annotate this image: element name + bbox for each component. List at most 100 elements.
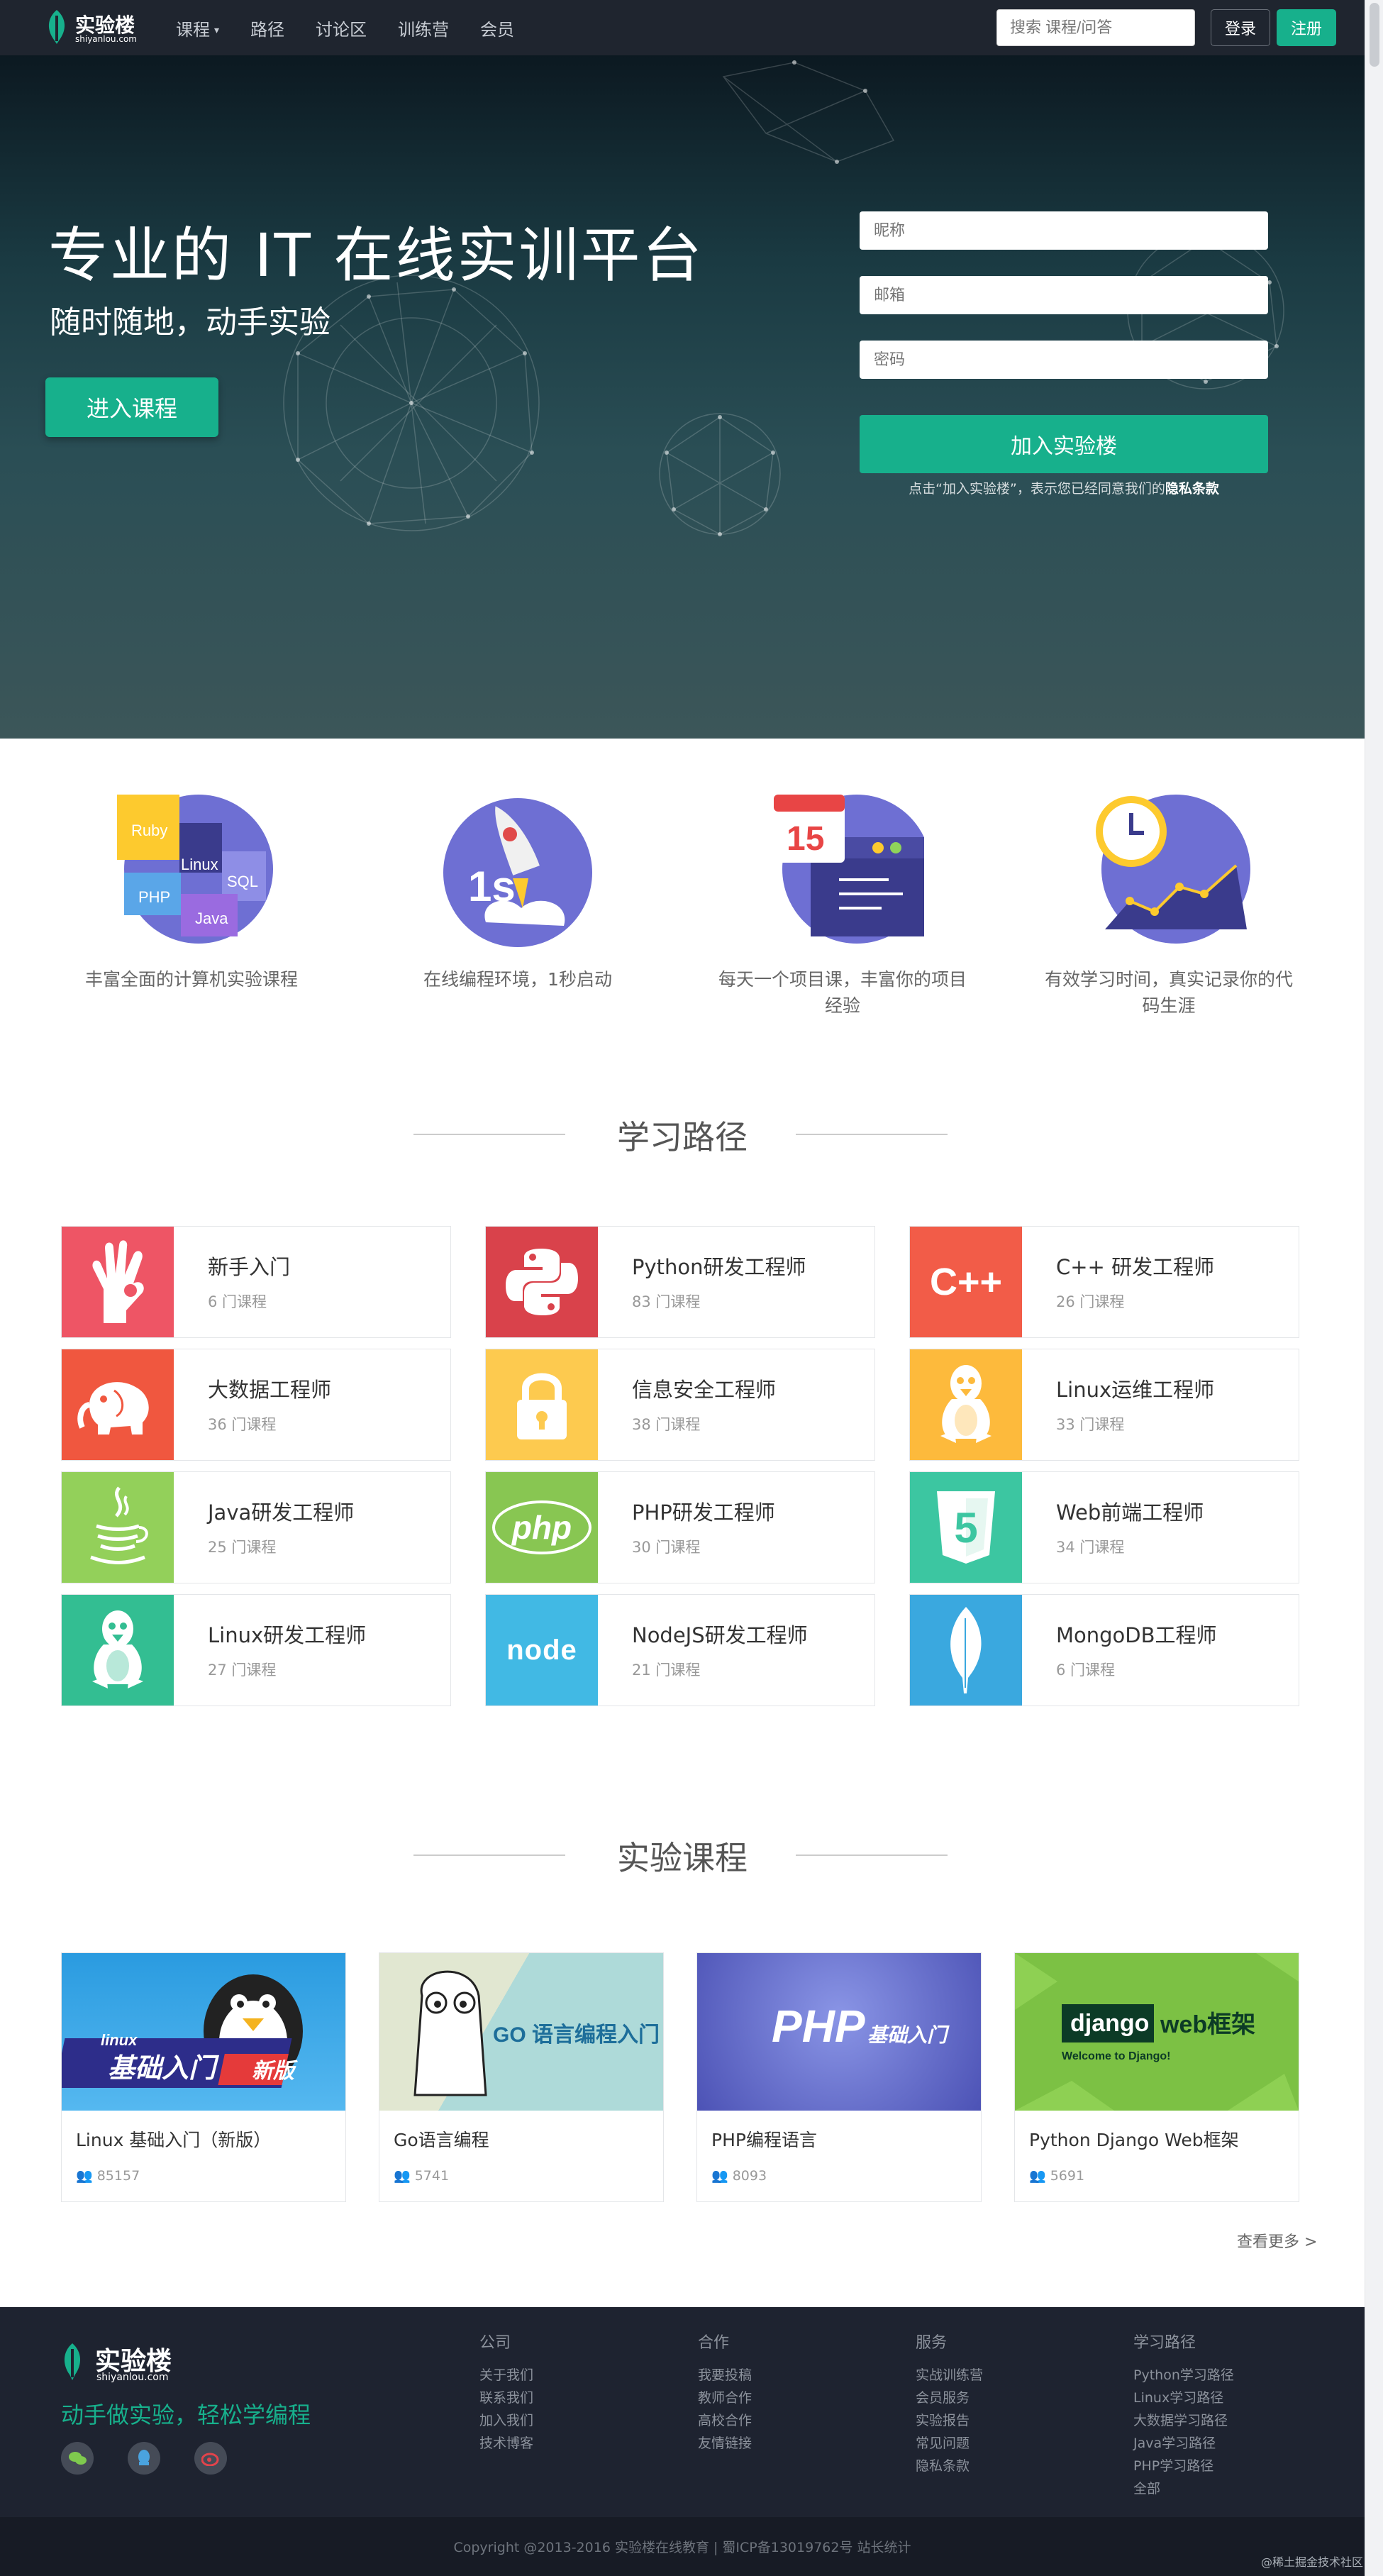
- qq-icon[interactable]: [128, 2442, 160, 2475]
- path-card[interactable]: 大数据工程师 36 门课程: [61, 1349, 451, 1461]
- svg-text:linux: linux: [101, 2031, 138, 2049]
- path-course-count: 34 门课程: [1056, 1539, 1125, 1556]
- svg-text:15: 15: [787, 820, 824, 858]
- php-icon: php: [486, 1472, 598, 1583]
- footer-link[interactable]: 全部: [1133, 2477, 1234, 2500]
- course-card[interactable]: PHP 基础入门 PHP编程语言 👥 8093: [696, 1952, 982, 2202]
- footer-link[interactable]: Python学习路径: [1133, 2364, 1234, 2387]
- footer-link[interactable]: Java学习路径: [1133, 2432, 1234, 2455]
- footer-column-title: 服务: [916, 2334, 948, 2352]
- django-logo-icon: django web框架 Welcome to Django!: [1015, 1953, 1299, 2111]
- course-name: Go语言编程: [394, 2130, 489, 2150]
- weibo-icon[interactable]: [194, 2442, 227, 2475]
- path-card[interactable]: 信息安全工程师 38 门课程: [485, 1349, 875, 1461]
- penguin-icon: linux 基础入门 新版: [62, 1974, 303, 2088]
- svg-text:基础入门: 基础入门: [108, 2054, 220, 2084]
- footer-link[interactable]: 技术博客: [479, 2432, 533, 2455]
- site-logo[interactable]: 实验楼 shiyanlou.com: [43, 9, 149, 48]
- scrollbar-thumb[interactable]: [1370, 3, 1379, 67]
- clock-chart-icon: [1096, 795, 1250, 944]
- nav-item-paths[interactable]: 路径: [250, 16, 284, 40]
- path-card[interactable]: Linux研发工程师 27 门课程: [61, 1594, 451, 1706]
- learner-count: 5691: [1050, 2168, 1085, 2184]
- path-name: Linux运维工程师: [1056, 1378, 1215, 1402]
- see-more-link[interactable]: 查看更多 >: [1237, 2229, 1317, 2252]
- path-card[interactable]: 5 Web前端工程师 34 门课程: [909, 1471, 1299, 1583]
- path-course-count: 30 门课程: [632, 1539, 701, 1556]
- path-card[interactable]: Python研发工程师 83 门课程: [485, 1226, 875, 1338]
- course-stats: 👥 5741: [394, 2167, 449, 2184]
- path-card[interactable]: 新手入门 6 门课程: [61, 1226, 451, 1338]
- path-card[interactable]: php PHP研发工程师 30 门课程: [485, 1471, 875, 1583]
- footer-link[interactable]: 联系我们: [479, 2387, 533, 2409]
- path-card[interactable]: Linux运维工程师 33 门课程: [909, 1349, 1299, 1461]
- path-name: Java研发工程师: [208, 1500, 355, 1525]
- gopher-icon: GO 语言编程入门: [413, 1970, 660, 2096]
- nav-item-forum[interactable]: 讨论区: [316, 16, 367, 40]
- nav-item-bootcamp[interactable]: 训练营: [398, 16, 449, 40]
- footer-link[interactable]: 隐私条款: [916, 2455, 983, 2477]
- path-course-count: 83 门课程: [632, 1293, 701, 1310]
- path-card[interactable]: node NodeJS研发工程师 21 门课程: [485, 1594, 875, 1706]
- course-thumbnail: GO 语言编程入门: [379, 1953, 663, 2111]
- svg-text:django: django: [1070, 2010, 1149, 2037]
- course-card[interactable]: django web框架 Welcome to Django! Python D…: [1014, 1952, 1299, 2202]
- users-icon: 👥: [76, 2168, 93, 2184]
- course-card[interactable]: GO 语言编程入门 Go语言编程 👥 5741: [379, 1952, 664, 2202]
- footer-link[interactable]: 高校合作: [698, 2409, 752, 2432]
- join-button[interactable]: 加入实验楼: [860, 415, 1268, 473]
- footer-link[interactable]: 友情链接: [698, 2432, 752, 2455]
- hadoop-elephant-icon: [62, 1349, 174, 1460]
- path-name: 信息安全工程师: [632, 1378, 777, 1402]
- footer-link[interactable]: 我要投稿: [698, 2364, 752, 2387]
- nickname-field[interactable]: [860, 211, 1268, 250]
- path-card[interactable]: MongoDB工程师 6 门课程: [909, 1594, 1299, 1706]
- footer-link[interactable]: 大数据学习路径: [1133, 2409, 1234, 2432]
- footer-link[interactable]: 实战训练营: [916, 2364, 983, 2387]
- caret-down-icon: ▾: [214, 25, 220, 36]
- nav-item-membership[interactable]: 会员: [480, 16, 514, 40]
- path-name: MongoDB工程师: [1056, 1623, 1217, 1647]
- wechat-icon[interactable]: [61, 2442, 94, 2475]
- footer-link[interactable]: 关于我们: [479, 2364, 533, 2387]
- login-button[interactable]: 登录: [1211, 9, 1270, 46]
- search-input[interactable]: [996, 9, 1195, 46]
- path-course-count: 25 门课程: [208, 1539, 277, 1556]
- logo-leaf-icon: [64, 2343, 81, 2380]
- nav-item-courses[interactable]: 课程 ▾: [176, 16, 219, 40]
- path-name: Python研发工程师: [632, 1255, 806, 1279]
- svg-text:基础入门: 基础入门: [867, 2024, 950, 2046]
- footer-link[interactable]: 教师合作: [698, 2387, 752, 2409]
- footer-logo[interactable]: 实验楼 shiyanlou.com: [60, 2339, 187, 2384]
- course-stats: 👥 85157: [76, 2167, 140, 2184]
- top-navbar: 实验楼 shiyanlou.com 课程 ▾ 路径 讨论区 训练营 会员 登录 注…: [0, 0, 1365, 55]
- users-icon: 👥: [711, 2168, 728, 2184]
- register-button[interactable]: 注册: [1277, 9, 1336, 46]
- course-card[interactable]: linux 基础入门 新版 Linux 基础入门（新版） 👥 85157: [61, 1952, 346, 2202]
- footer-link[interactable]: 加入我们: [479, 2409, 533, 2432]
- footer-link[interactable]: 常见问题: [916, 2432, 983, 2455]
- email-field[interactable]: [860, 276, 1268, 314]
- mongodb-leaf-icon: [910, 1595, 1022, 1706]
- page-scrollbar[interactable]: [1365, 0, 1383, 2576]
- hero-banner: 专业的 IT 在线实训平台 随时随地，动手实验 进入课程 加入实验楼 点击“加入…: [0, 55, 1365, 739]
- footer-link[interactable]: Linux学习路径: [1133, 2387, 1234, 2409]
- path-card[interactable]: Java研发工程师 25 门课程: [61, 1471, 451, 1583]
- svg-text:Java: Java: [195, 910, 228, 927]
- footer-link[interactable]: 会员服务: [916, 2387, 983, 2409]
- footer-link[interactable]: 实验报告: [916, 2409, 983, 2432]
- privacy-link[interactable]: 隐私条款: [1165, 481, 1219, 497]
- password-field[interactable]: [860, 341, 1268, 379]
- path-course-count: 6 门课程: [208, 1293, 267, 1310]
- path-course-count: 21 门课程: [632, 1662, 701, 1679]
- ok-hand-icon: [62, 1227, 174, 1337]
- enter-courses-button[interactable]: 进入课程: [45, 377, 218, 437]
- hero-subtitle: 随时随地，动手实验: [50, 304, 331, 341]
- path-name: 大数据工程师: [208, 1378, 332, 1402]
- course-tags-icon: Ruby Linux SQL PHP Java: [117, 795, 273, 944]
- footer-link[interactable]: PHP学习路径: [1133, 2455, 1234, 2477]
- logo-subtext: shiyanlou.com: [75, 34, 137, 44]
- html5-icon: 5: [910, 1472, 1022, 1583]
- path-card[interactable]: C++ C++ 研发工程师 26 门课程: [909, 1226, 1299, 1338]
- course-thumbnail: django web框架 Welcome to Django!: [1015, 1953, 1299, 2111]
